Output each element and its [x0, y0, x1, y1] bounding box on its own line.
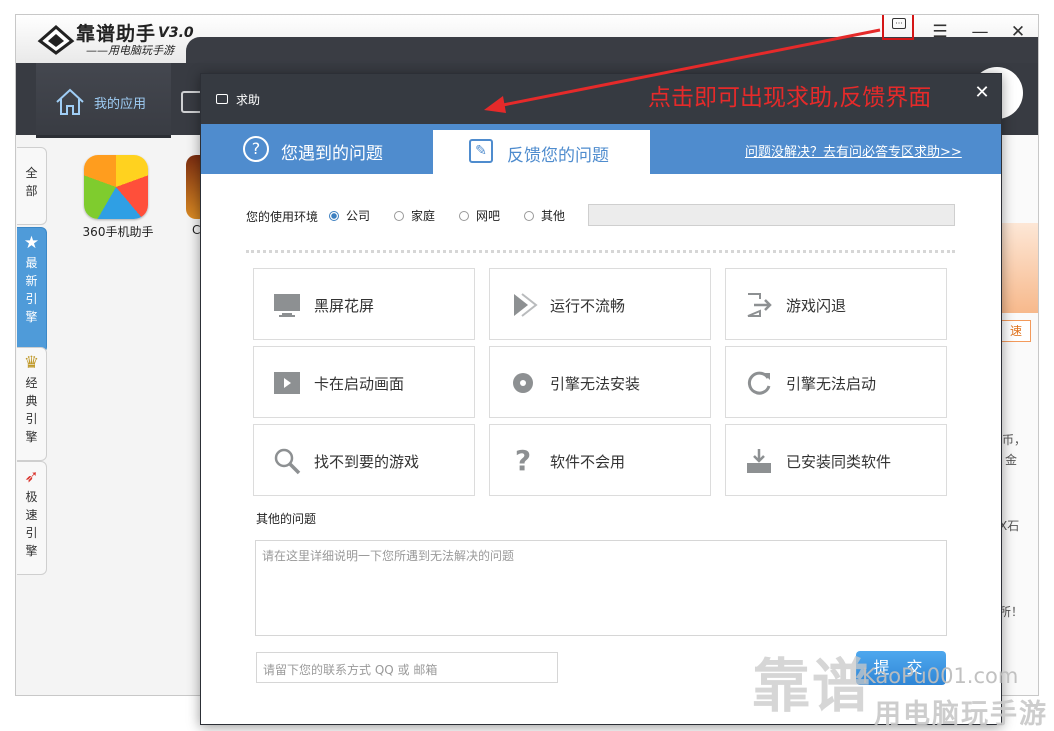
watermark-url: KaoPu001.com	[862, 664, 1019, 688]
watermark-logo: 靠谱	[752, 652, 873, 720]
annotation-text: 点击即可出现求助,反馈界面	[648, 85, 932, 111]
watermark-slogan: 用电脑玩手游	[874, 699, 1048, 730]
